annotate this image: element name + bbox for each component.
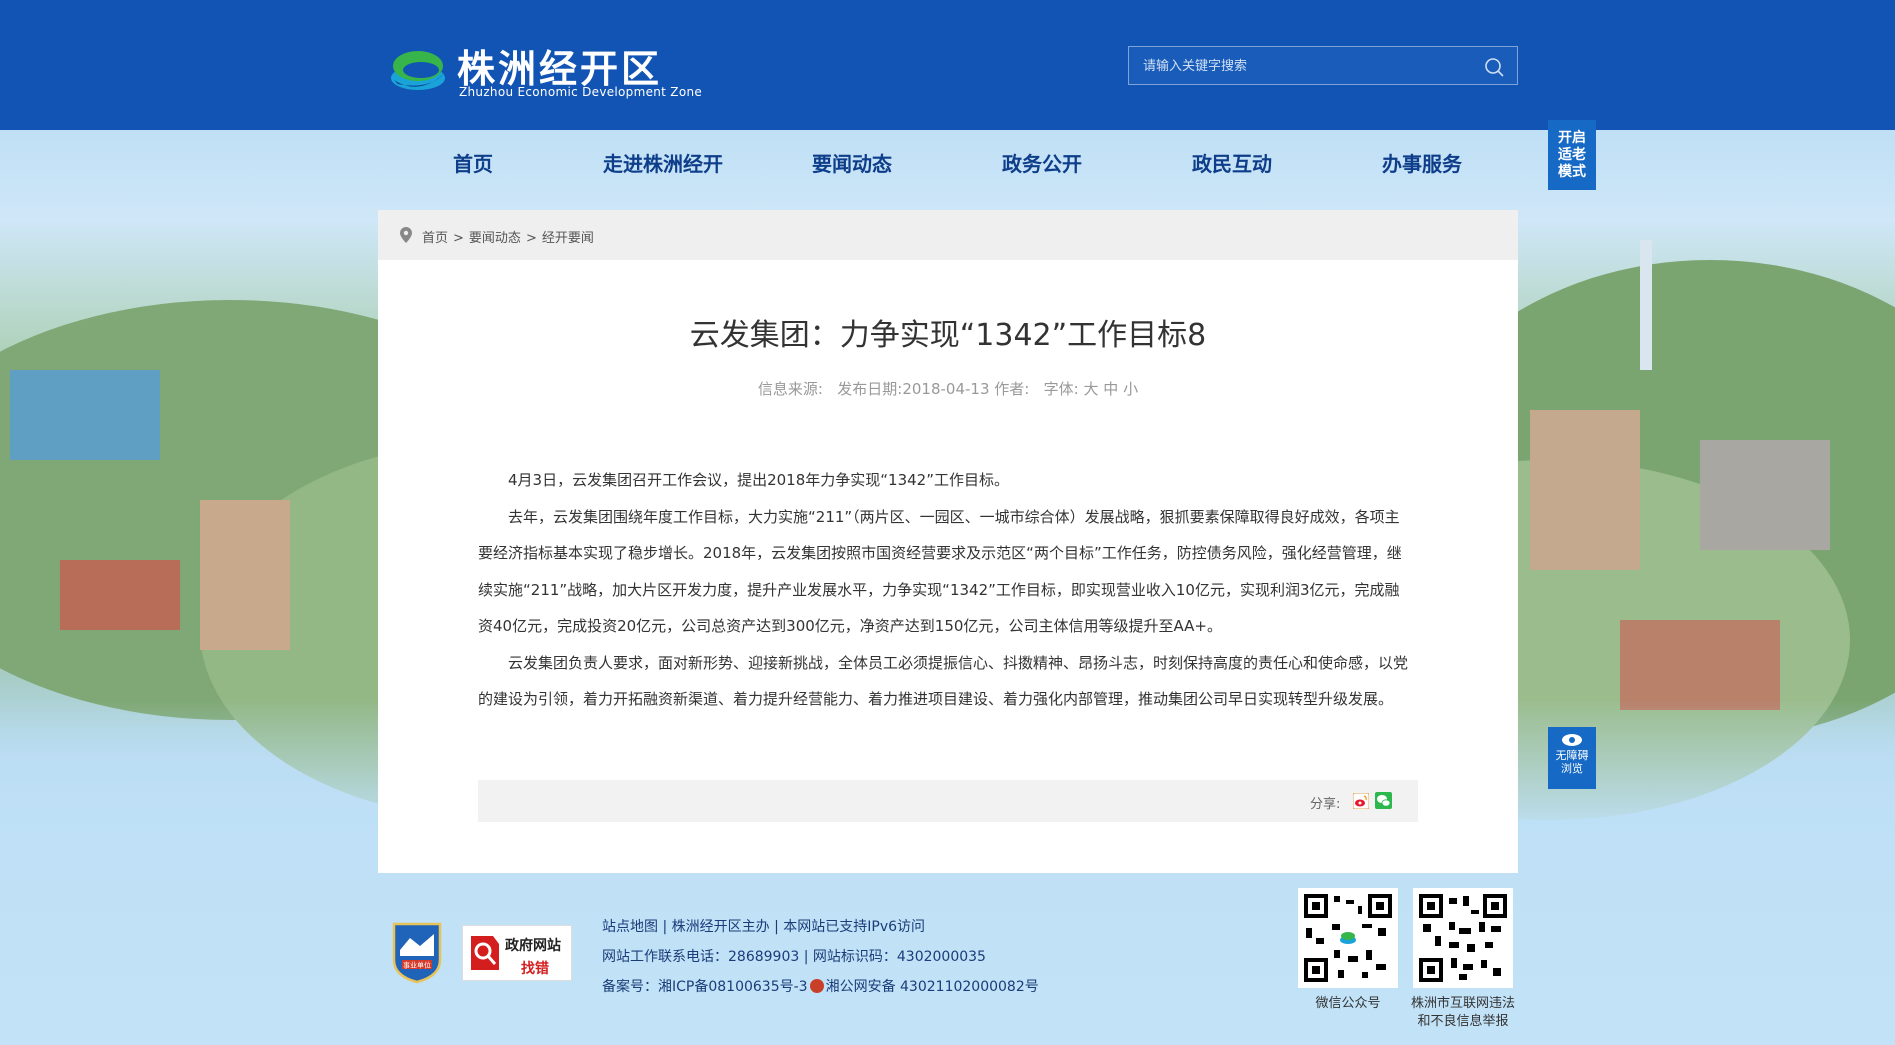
report-qr-code (1413, 888, 1513, 988)
breadcrumb-home[interactable]: 首页 (422, 227, 448, 246)
article-paragraph: 4月3日，云发集团召开工作会议，提出2018年力争实现“1342”工作目标。 (508, 471, 1009, 489)
source-label: 信息来源: (757, 380, 823, 398)
share-bar: 分享: (478, 780, 1418, 822)
font-size-small[interactable]: 小 (1123, 378, 1138, 399)
article-paragraph: 云发集团负责人要求，面对新形势、迎接新挑战，全体员工必须提振信心、抖擞精神、昂扬… (478, 653, 1409, 709)
breadcrumb: 首页 > 要闻动态 > 经开要闻 (422, 227, 594, 246)
date-label: 发布日期: (837, 380, 903, 398)
font-size-large[interactable]: 大 (1084, 378, 1099, 399)
breadcrumb-bar: 首页 > 要闻动态 > 经开要闻 (378, 210, 1518, 260)
police-record-link[interactable]: 湘公网安备 43021102000082号 (826, 972, 1039, 1002)
nav-interaction[interactable]: 政民互动 (1192, 148, 1272, 177)
breadcrumb-separator: > (453, 231, 464, 246)
accessibility-button[interactable]: 无障碍 浏览 (1548, 727, 1596, 789)
accessibility-line: 无障碍 (1555, 749, 1589, 762)
breadcrumb-current[interactable]: 经开要闻 (542, 227, 594, 246)
font-size-medium[interactable]: 中 (1103, 378, 1118, 399)
badge2-title: 政府网站 (505, 938, 561, 954)
phone-label: 网站工作联系电话： (602, 949, 728, 965)
accessibility-line: 浏览 (1561, 762, 1583, 775)
breadcrumb-separator: > (525, 231, 537, 246)
location-pin-icon (400, 227, 412, 243)
icp-link[interactable]: 湘ICP备08100635号-3 (658, 972, 808, 1002)
search-icon[interactable] (1483, 56, 1505, 78)
public-institution-badge[interactable]: 事业单位 (390, 920, 444, 984)
share-label: 分享: (1310, 797, 1341, 812)
phone-value: 28689903 (728, 949, 800, 965)
elder-mode-line: 模式 (1558, 164, 1586, 180)
breadcrumb-news[interactable]: 要闻动态 (469, 227, 521, 246)
weibo-icon[interactable] (1353, 793, 1369, 809)
badge2-sub: 找错 (521, 961, 549, 977)
search-box (1128, 46, 1518, 85)
footer-info: 站点地图 | 株洲经开区主办 | 本网站已支持IPv6访问 网站工作联系电话：2… (602, 912, 1039, 1002)
publish-date: 2018-04-13 (902, 380, 990, 398)
elder-mode-button[interactable]: 开启 适老 模式 (1548, 120, 1596, 190)
gov-site-error-report[interactable]: 政府网站 找错 (462, 925, 572, 981)
site-header: 株洲经开区 Zhuzhou Economic Development Zone (0, 0, 1895, 130)
footer-link-host[interactable]: 株洲经开区主办 (672, 912, 770, 942)
article-title: 云发集团：力争实现“1342”工作目标8 (689, 318, 1207, 353)
nav-news[interactable]: 要闻动态 (812, 148, 892, 177)
logo-icon[interactable] (388, 40, 448, 98)
site-subtitle: Zhuzhou Economic Development Zone (459, 85, 703, 99)
site-id-value: 4302000035 (896, 949, 986, 965)
nav-about[interactable]: 走进株洲经开 (603, 148, 723, 177)
nav-gov-info[interactable]: 政务公开 (1002, 148, 1082, 177)
icp-label: 备案号： (602, 979, 658, 995)
article-meta: 信息来源: 发布日期:2018-04-13 作者: 字体: 大 中 小 (378, 378, 1518, 399)
article-panel: 首页 > 要闻动态 > 经开要闻 云发集团：力争实现“1342”工作目标8 信息来源: … (378, 210, 1518, 873)
font-label: 字体: (1043, 380, 1079, 398)
elder-mode-line: 适老 (1558, 147, 1586, 163)
badge1-label: 事业单位 (403, 961, 431, 970)
magnifier-icon (471, 936, 499, 970)
nav-home[interactable]: 首页 (453, 148, 493, 177)
report-qr-caption-line: 和不良信息举报 (1417, 1014, 1509, 1029)
wechat-qr-code (1298, 888, 1398, 988)
footer-link-sitemap[interactable]: 站点地图 (602, 912, 658, 942)
report-qr-caption-line: 株洲市互联网违法 (1410, 996, 1515, 1011)
wechat-icon[interactable] (1375, 792, 1392, 809)
author-label: 作者: (994, 380, 1030, 398)
qr-code-icon (1419, 894, 1507, 982)
wechat-qr-caption: 微信公众号 (1315, 996, 1381, 1011)
site-id-label: 网站标识码： (812, 949, 897, 965)
qr-code-icon (1304, 894, 1392, 982)
report-qr-caption: 株洲市互联网违法 和不良信息举报 (1398, 995, 1528, 1031)
article-paragraph: 去年，云发集团围绕年度工作目标，大力实施“211”（两片区、一园区、一城市综合体… (478, 507, 1402, 636)
article-body: 4月3日，云发集团召开工作会议，提出2018年力争实现“1342”工作目标。 去… (478, 462, 1414, 718)
police-badge-icon (809, 979, 824, 993)
elder-mode-line: 开启 (1558, 130, 1586, 146)
eye-icon (1562, 734, 1582, 746)
nav-services[interactable]: 办事服务 (1382, 148, 1462, 177)
footer-link-ipv6[interactable]: 本网站已支持IPv6访问 (783, 912, 925, 942)
search-input[interactable] (1143, 56, 1473, 76)
main-nav: 首页 走进株洲经开 要闻动态 政务公开 政民互动 办事服务 (390, 148, 1510, 193)
